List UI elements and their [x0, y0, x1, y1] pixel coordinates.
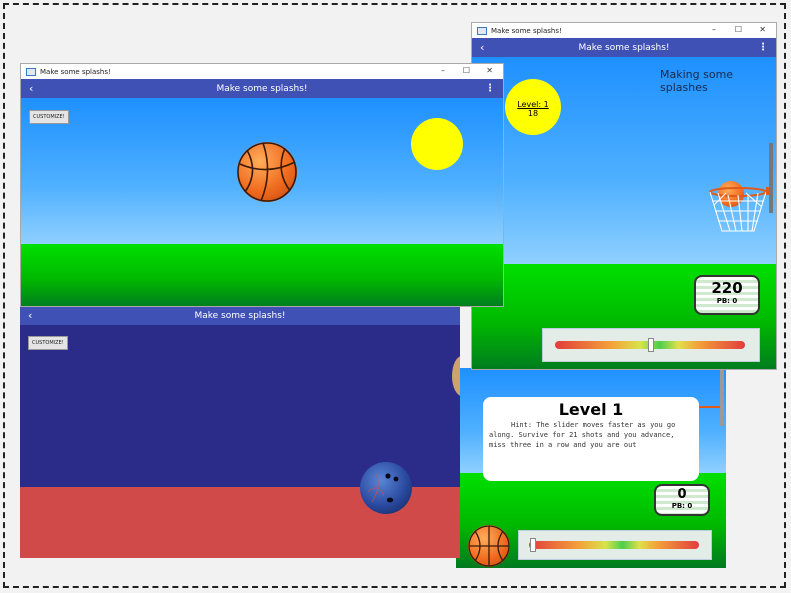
level-sun: Level: 1 18	[505, 79, 561, 135]
overflow-menu-icon[interactable]: ⋮	[485, 83, 495, 94]
back-arrow-icon[interactable]: ‹	[29, 82, 33, 95]
personal-best: PB: 0	[716, 297, 738, 305]
minimize-icon[interactable]: –	[441, 66, 445, 75]
app-icon	[26, 67, 36, 76]
basketball-icon[interactable]	[468, 525, 510, 567]
basketball-icon[interactable]	[237, 142, 297, 202]
shot-slider-panel	[542, 328, 760, 362]
shot-slider-thumb[interactable]	[648, 338, 654, 352]
window-title: Make some splashs!	[491, 26, 562, 35]
customize-button[interactable]: CUSTOMIZE!	[29, 110, 69, 124]
window-bowling: ‹ Make some splashs! CUSTOMIZE!	[20, 306, 460, 558]
maximize-icon[interactable]: ☐	[463, 66, 470, 75]
app-bar: ‹ Make some splashs!	[20, 306, 460, 325]
close-icon[interactable]: ✕	[759, 25, 766, 34]
minimize-icon[interactable]: –	[712, 25, 716, 34]
level-count: 18	[527, 109, 539, 118]
dialog-title: Level 1	[558, 400, 624, 419]
score-box: 220 PB: 0	[694, 275, 760, 315]
back-arrow-icon[interactable]: ‹	[480, 41, 484, 54]
app-bar-title: Make some splashs!	[216, 83, 308, 94]
score-box: 0 PB: 0	[654, 484, 710, 516]
back-arrow-icon[interactable]: ‹	[28, 309, 32, 322]
shot-slider-panel	[518, 530, 712, 560]
app-bar: ‹ Make some splashs! ⋮	[21, 79, 503, 98]
hoop-backboard	[720, 368, 724, 426]
customize-button[interactable]: CUSTOMIZE!	[28, 336, 68, 350]
app-icon	[477, 26, 487, 35]
hoop-net	[709, 187, 770, 232]
app-bar: ‹ Make some splashs! ⋮	[472, 38, 776, 57]
title-bar: Make some splashs! – ☐ ✕	[472, 23, 776, 38]
window-sky-scene: Make some splashs! – ☐ ✕ ‹ Make some spl…	[20, 63, 504, 307]
shot-slider-thumb[interactable]	[530, 538, 537, 552]
shot-slider-track[interactable]	[529, 541, 699, 549]
score-value: 220	[711, 279, 743, 297]
title-bar: Make some splashs! – ☐ ✕	[21, 64, 503, 79]
level-dialog: Level 1 Hint: The slider moves faster as…	[483, 397, 699, 481]
maximize-icon[interactable]: ☐	[735, 25, 742, 34]
status-text: Making some splashes	[660, 68, 734, 94]
window-level-dialog: Level 1 Hint: The slider moves faster as…	[456, 368, 726, 568]
app-bar-title: Make some splashs!	[194, 310, 286, 321]
close-icon[interactable]: ✕	[486, 66, 493, 75]
dialog-hint: Hint: The slider moves faster as you go …	[489, 421, 676, 449]
personal-best: PB: 0	[671, 502, 693, 510]
hoop-rim	[698, 406, 720, 413]
window-title: Make some splashs!	[40, 67, 111, 76]
app-bar-title: Make some splashs!	[578, 42, 670, 53]
sun-icon	[411, 118, 463, 170]
level-label: Level: 1	[517, 100, 549, 109]
overflow-menu-icon[interactable]: ⋮	[758, 42, 768, 53]
window-game-play: Make some splashs! – ☐ ✕ ‹ Make some spl…	[471, 22, 777, 370]
score-value: 0	[677, 487, 687, 502]
bowling-ball-icon[interactable]	[360, 462, 412, 514]
